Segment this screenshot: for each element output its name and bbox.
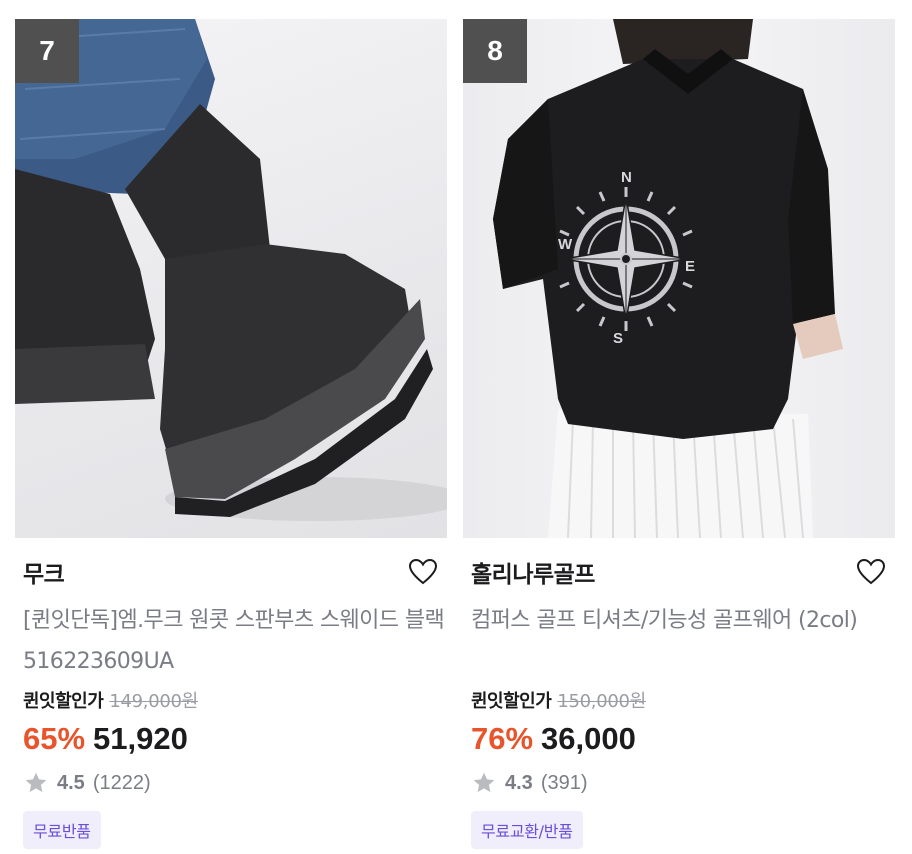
star-icon	[473, 772, 495, 793]
heart-outline-icon[interactable]	[407, 556, 439, 588]
original-price: 150,000원	[557, 691, 646, 712]
star-icon	[25, 772, 47, 793]
discount-rate: 65%	[23, 721, 86, 756]
original-price: 149,000원	[109, 691, 198, 712]
product-info: 무크 [퀸잇단독]엠.무크 원콧 스판부츠 스웨이드 블랙 516223609U…	[15, 538, 447, 854]
product-card[interactable]: 7 무크 [퀸잇단독]엠.무크 원콧 스판부츠 스웨이드 블랙 51622360…	[15, 19, 447, 854]
product-name[interactable]: 컴퍼스 골프 티셔츠/기능성 골프웨어 (2col)	[471, 600, 895, 682]
review-count: (391)	[540, 771, 588, 794]
rank-badge: 8	[463, 19, 527, 83]
rank-badge: 7	[15, 19, 79, 83]
product-image[interactable]: N E S W 8	[463, 19, 895, 538]
heart-outline-icon[interactable]	[855, 556, 887, 588]
free-exchange-return-badge: 무료교환/반품	[471, 811, 583, 849]
brand-row: 홀리나루골프	[471, 538, 895, 602]
product-image[interactable]: 7	[15, 19, 447, 538]
brand-row: 무크	[23, 538, 447, 602]
product-info: 홀리나루골프 컴퍼스 골프 티셔츠/기능성 골프웨어 (2col) 퀸잇할인가 …	[463, 538, 895, 854]
badge-row: 무료교환/반품	[471, 806, 895, 854]
rating-score: 4.5	[57, 771, 85, 794]
sale-label: 퀸잇할인가	[471, 691, 552, 712]
product-card[interactable]: N E S W 8 홀리나루골프 컴퍼스 골프 티셔츠/기능성 골프웨어 (2c…	[463, 19, 895, 854]
sale-label-row: 퀸잇할인가 149,000원	[23, 682, 447, 718]
svg-text:E: E	[685, 258, 695, 275]
free-return-badge: 무료반품	[23, 811, 101, 849]
rating-row: 4.3 (391)	[471, 760, 895, 806]
sale-label: 퀸잇할인가	[23, 691, 104, 712]
svg-text:N: N	[621, 169, 632, 186]
svg-text:S: S	[613, 330, 623, 347]
product-name[interactable]: [퀸잇단독]엠.무크 원콧 스판부츠 스웨이드 블랙 516223609UA	[23, 600, 447, 682]
sale-price: 51,920	[93, 721, 188, 756]
badge-row: 무료반품	[23, 806, 447, 854]
sale-price: 36,000	[541, 721, 636, 756]
review-count: (1222)	[92, 771, 151, 794]
rating-row: 4.5 (1222)	[23, 760, 447, 806]
brand-name[interactable]: 홀리나루골프	[471, 555, 595, 589]
shirt-photo-illustration: N E S W	[493, 19, 843, 538]
price-row: 76% 36,000	[471, 718, 895, 760]
boot-photo-illustration	[15, 19, 447, 521]
discount-rate: 76%	[471, 721, 534, 756]
product-grid: 7 무크 [퀸잇단독]엠.무크 원콧 스판부츠 스웨이드 블랙 51622360…	[0, 0, 912, 849]
rating-score: 4.3	[505, 771, 533, 794]
brand-name[interactable]: 무크	[23, 555, 65, 589]
svg-text:W: W	[558, 236, 573, 253]
price-row: 65% 51,920	[23, 718, 447, 760]
sale-label-row: 퀸잇할인가 150,000원	[471, 682, 895, 718]
